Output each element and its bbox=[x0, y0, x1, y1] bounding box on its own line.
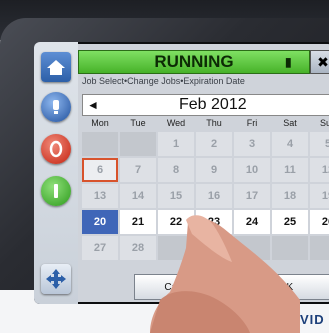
calendar-day[interactable]: 15 bbox=[158, 184, 194, 208]
weekday-label: Sat bbox=[283, 118, 297, 128]
calendar-day[interactable]: 20 bbox=[82, 210, 118, 234]
weekday-label: Fri bbox=[246, 118, 258, 128]
calendar-empty-cell bbox=[158, 236, 194, 260]
stop-button[interactable] bbox=[41, 134, 71, 164]
sidebar bbox=[34, 42, 78, 304]
status-text: RUNNING bbox=[154, 52, 234, 71]
status-indicator-icon: ▮ bbox=[285, 55, 292, 69]
start-button[interactable] bbox=[41, 176, 71, 206]
start-icon bbox=[54, 184, 58, 198]
weekday-label: Thu bbox=[206, 118, 222, 128]
calendar-empty-cell bbox=[120, 132, 156, 156]
calendar-empty-cell bbox=[310, 236, 329, 260]
calendar-day[interactable]: 1 bbox=[158, 132, 194, 156]
calendar-day[interactable]: 11 bbox=[272, 158, 308, 182]
calendar-day[interactable]: 13 bbox=[82, 184, 118, 208]
touch-screen: RUNNING ▮ ✖ Job Select•Change Jobs•Expir… bbox=[34, 42, 329, 304]
weekday-label: Wed bbox=[166, 118, 186, 128]
status-bar: RUNNING ▮ bbox=[78, 50, 310, 74]
calendar-day[interactable]: 14 bbox=[120, 184, 156, 208]
info-button[interactable] bbox=[41, 92, 71, 122]
weekday-label: Sun bbox=[319, 118, 329, 128]
calendar-day[interactable]: 9 bbox=[196, 158, 232, 182]
home-button[interactable] bbox=[41, 52, 71, 82]
calendar-day[interactable]: 7 bbox=[120, 158, 156, 182]
weekday-label: Tue bbox=[130, 118, 146, 128]
calendar-empty-cell bbox=[196, 236, 232, 260]
calendar-day[interactable]: 19 bbox=[310, 184, 329, 208]
calendar-day[interactable]: 5 bbox=[310, 132, 329, 156]
calendar-grid: 1234567891011121314151617181920212223242… bbox=[82, 132, 329, 260]
calendar-day[interactable]: 10 bbox=[234, 158, 270, 182]
calendar-empty-cell bbox=[234, 236, 270, 260]
calendar-day[interactable]: 17 bbox=[234, 184, 270, 208]
calendar-day[interactable]: 16 bbox=[196, 184, 232, 208]
tools-icon: ✖ bbox=[317, 53, 329, 70]
calendar-day[interactable]: 3 bbox=[234, 132, 270, 156]
prev-month-button[interactable]: ◄ bbox=[85, 97, 101, 113]
dialog-buttons: Cancel OK bbox=[134, 274, 329, 300]
cancel-button[interactable]: Cancel bbox=[134, 274, 226, 300]
calendar-day[interactable]: 18 bbox=[272, 184, 308, 208]
calendar-day[interactable]: 27 bbox=[82, 236, 118, 260]
stop-icon bbox=[49, 140, 63, 158]
calendar-day[interactable]: 8 bbox=[158, 158, 194, 182]
calendar-empty-cell bbox=[82, 132, 118, 156]
calendar-day[interactable]: 2 bbox=[196, 132, 232, 156]
calendar-day[interactable]: 4 bbox=[272, 132, 308, 156]
month-selector: ◄ Feb 2012 bbox=[82, 94, 329, 116]
calendar-day[interactable]: 21 bbox=[120, 210, 156, 234]
calendar-day[interactable]: 28 bbox=[120, 236, 156, 260]
calendar-day[interactable]: 12 bbox=[310, 158, 329, 182]
move-arrows-icon bbox=[46, 269, 66, 289]
calendar-day[interactable]: 24 bbox=[234, 210, 270, 234]
calendar-day[interactable]: 26 bbox=[310, 210, 329, 234]
navigate-button[interactable] bbox=[41, 264, 71, 294]
device-brand: VID bbox=[300, 312, 325, 327]
weekday-label: Mon bbox=[91, 118, 109, 128]
month-label: Feb 2012 bbox=[179, 96, 247, 113]
ok-button[interactable]: OK bbox=[240, 274, 329, 300]
calendar-empty-cell bbox=[272, 236, 308, 260]
calendar-day[interactable]: 25 bbox=[272, 210, 308, 234]
calendar-day[interactable]: 6 bbox=[82, 158, 118, 182]
weekday-header: Mon Tue Wed Thu Fri Sat Sun bbox=[82, 118, 329, 132]
tools-button[interactable]: ✖ bbox=[310, 50, 329, 74]
calendar-day[interactable]: 23 bbox=[196, 210, 232, 234]
breadcrumb: Job Select•Change Jobs•Expiration Date bbox=[82, 76, 245, 86]
calendar-day[interactable]: 22 bbox=[158, 210, 194, 234]
info-icon bbox=[53, 100, 59, 114]
home-icon bbox=[47, 60, 65, 75]
